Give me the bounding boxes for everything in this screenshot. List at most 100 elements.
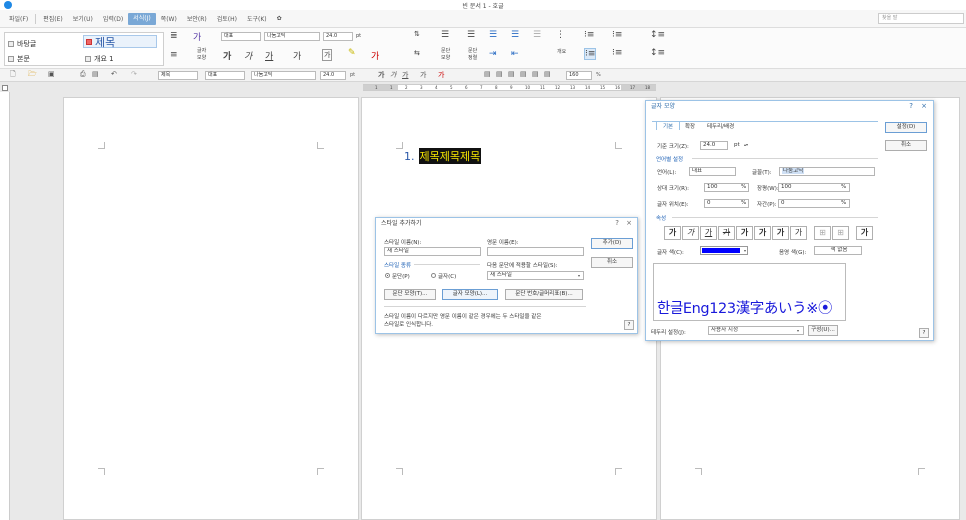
numbering-icon[interactable]: ⁝≡ bbox=[584, 30, 594, 40]
heading-text[interactable]: 제목제목제목 bbox=[418, 148, 482, 164]
add-button[interactable]: 추가(D) bbox=[591, 238, 633, 249]
help-link-icon[interactable]: ✿ bbox=[272, 15, 287, 22]
para-spacing2-icon[interactable]: ↕≡ bbox=[650, 48, 665, 58]
emboss-attr-button[interactable]: 가 bbox=[772, 226, 789, 240]
border-select[interactable]: 사용자 지정 bbox=[708, 326, 804, 335]
menu-insert[interactable]: 입력(D) bbox=[98, 14, 128, 23]
outline-attr-button[interactable]: 가 bbox=[736, 226, 753, 240]
outline-char-icon[interactable]: 가 bbox=[322, 49, 333, 61]
next-style-select[interactable]: 새 스타일 bbox=[487, 271, 584, 280]
font-select[interactable]: 나눔고딕 bbox=[779, 167, 875, 176]
superscript-attr-button[interactable]: ⊞ bbox=[814, 226, 831, 240]
search-input[interactable]: 찾을 말 bbox=[878, 13, 964, 24]
shadow-attr-button[interactable]: 가 bbox=[754, 226, 771, 240]
bold-icon-2[interactable]: 가 bbox=[378, 70, 384, 80]
type-char-radio[interactable] bbox=[431, 273, 436, 278]
lang-combo[interactable]: 대표 bbox=[221, 32, 261, 41]
numbering-button[interactable]: 문단 번호/글머리표(B)... bbox=[505, 289, 583, 300]
bold-attr-button[interactable]: 가 bbox=[664, 226, 681, 240]
style-combo[interactable]: 제목 bbox=[158, 71, 198, 80]
style-item-text[interactable]: 본문 bbox=[8, 54, 30, 64]
tab-extended[interactable]: 확장 bbox=[685, 122, 695, 130]
list-level-icon[interactable]: ⁝≡ bbox=[612, 48, 622, 58]
text-color-picker[interactable]: ▾ bbox=[700, 246, 748, 255]
justify-icon[interactable]: ☰ bbox=[533, 30, 541, 40]
size-combo-2[interactable]: 24.0 bbox=[320, 71, 346, 80]
cancel-button[interactable]: 취소 bbox=[885, 140, 927, 151]
width-input[interactable]: 100 bbox=[778, 183, 850, 192]
preview-icon[interactable]: ▤ bbox=[92, 70, 99, 78]
menu-review[interactable]: 검토(H) bbox=[212, 14, 242, 23]
font-color-icon[interactable]: 가 bbox=[371, 49, 379, 62]
close-icon[interactable]: × bbox=[921, 102, 927, 110]
base-size-input[interactable]: 24.0 bbox=[700, 141, 728, 150]
align-left-icon-2[interactable]: ▤ bbox=[496, 70, 503, 78]
highlight-icon[interactable]: ✎ bbox=[348, 48, 356, 58]
style-edit-icon[interactable]: ≣ bbox=[170, 31, 178, 41]
help-button[interactable]: ? bbox=[919, 328, 929, 338]
type-paragraph-radio[interactable] bbox=[385, 273, 390, 278]
style-item-outline1[interactable]: 개요 1 bbox=[85, 54, 114, 64]
underline-icon-2[interactable]: 가 bbox=[402, 70, 408, 80]
bullet-list-icon[interactable]: ⁝≡ bbox=[584, 48, 597, 60]
help-button[interactable]: ? bbox=[624, 320, 634, 330]
set-button[interactable]: 설정(D) bbox=[885, 122, 927, 133]
divide-icon-2[interactable]: ▤ bbox=[544, 70, 551, 78]
strike-attr-button[interactable]: 가 bbox=[718, 226, 735, 240]
style-apply-icon[interactable]: ≡ bbox=[170, 50, 178, 60]
para-spacing-icon[interactable]: ⇅ bbox=[414, 30, 420, 38]
new-doc-icon[interactable]: 🗋 bbox=[10, 70, 16, 81]
size-combo[interactable]: 24.0 bbox=[323, 32, 353, 41]
menu-page[interactable]: 쪽(W) bbox=[156, 14, 182, 23]
redo-icon[interactable]: ↷ bbox=[131, 70, 137, 78]
menu-security[interactable]: 보안(R) bbox=[182, 14, 212, 23]
style-name-input[interactable]: 새 스타일 bbox=[384, 247, 481, 256]
para-shape-icon[interactable]: ☰ bbox=[441, 30, 449, 40]
tab-border[interactable]: 테두리/배경 bbox=[707, 122, 734, 130]
italic-attr-button[interactable]: 가 bbox=[682, 226, 699, 240]
english-name-input[interactable] bbox=[487, 247, 584, 256]
tab-basic[interactable]: 기본 bbox=[656, 121, 681, 130]
distribute-icon-2[interactable]: ▤ bbox=[532, 70, 539, 78]
align-center-icon-2[interactable]: ▤ bbox=[508, 70, 515, 78]
lang-combo-2[interactable]: 대표 bbox=[205, 71, 245, 80]
style-item-title[interactable]: 제목 bbox=[83, 35, 157, 49]
menu-edit[interactable]: 편집(E) bbox=[38, 14, 68, 23]
align-left-icon[interactable]: ☰ bbox=[467, 30, 475, 40]
italic-icon-2[interactable]: 가 bbox=[390, 70, 396, 80]
underline-icon[interactable]: 가 bbox=[265, 49, 273, 62]
stepper-icon[interactable]: ▴▾ bbox=[744, 142, 748, 147]
align-right-icon[interactable]: ☰ bbox=[511, 30, 519, 40]
strike-icon-2[interactable]: 가 bbox=[420, 70, 426, 80]
menu-file[interactable]: 파일(F) bbox=[4, 14, 33, 23]
style-item-body[interactable]: 바탕글 bbox=[8, 39, 36, 49]
underline-attr-button[interactable]: 가 bbox=[700, 226, 717, 240]
line-spacing-icon[interactable]: ↕≡ bbox=[650, 30, 665, 40]
save-icon[interactable]: ▣ bbox=[48, 70, 55, 78]
zoom-combo[interactable]: 160 bbox=[566, 71, 592, 80]
document-heading[interactable]: 1. 제목제목제목 bbox=[404, 148, 482, 164]
indent-icon[interactable]: ⇥ bbox=[489, 49, 497, 59]
multilevel-list-icon[interactable]: ⁝≡ bbox=[612, 30, 622, 40]
compose-button[interactable]: 구성(U)... bbox=[808, 325, 838, 336]
menu-tools[interactable]: 도구(K) bbox=[242, 14, 272, 23]
subscript-attr-button[interactable]: ⊞ bbox=[832, 226, 849, 240]
horizontal-ruler[interactable]: 1 1 2 3 4 5 6 7 8 9 10 11 12 13 14 15 16 17 18 bbox=[363, 84, 656, 91]
font-combo-2[interactable]: 나눔고딕 bbox=[251, 71, 316, 80]
char-shape-button[interactable]: 글자 모양(L)... bbox=[442, 289, 498, 300]
font-combo[interactable]: 나눔고딕 bbox=[264, 32, 320, 41]
para-indent-icon[interactable]: ⇆ bbox=[414, 49, 420, 57]
emphasis-attr-button[interactable]: 가 bbox=[856, 226, 873, 240]
justify-icon-2[interactable]: ▤ bbox=[484, 70, 491, 78]
outline-icon[interactable]: ⋮ bbox=[556, 30, 565, 40]
language-select[interactable]: 대표 bbox=[689, 167, 736, 176]
close-icon[interactable]: × bbox=[626, 219, 632, 227]
align-right-icon-2[interactable]: ▤ bbox=[520, 70, 527, 78]
engrave-attr-button[interactable]: 가 bbox=[790, 226, 807, 240]
spacing-input[interactable]: 0 bbox=[778, 199, 850, 208]
print-icon[interactable]: ⎙ bbox=[80, 70, 86, 79]
strike-icon[interactable]: 가 bbox=[293, 49, 301, 62]
page-1[interactable] bbox=[63, 97, 359, 520]
help-icon[interactable]: ? bbox=[909, 102, 913, 110]
vertical-ruler[interactable] bbox=[0, 92, 10, 520]
